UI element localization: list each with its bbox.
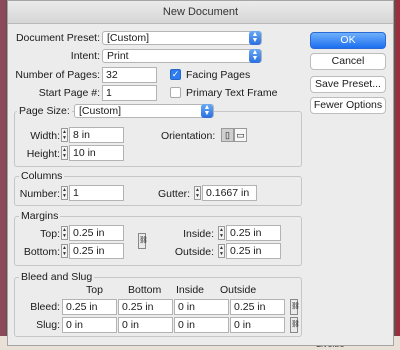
intent-select[interactable]: Print ▲ ▼	[102, 49, 262, 63]
margin-top-input[interactable]: 0.25 in	[69, 225, 124, 241]
intent-label: Intent:	[70, 50, 100, 62]
bleed-header-top: Top	[86, 284, 103, 296]
margin-outside-input[interactable]: 0.25 in	[226, 243, 281, 259]
columns-title: Columns	[19, 170, 65, 182]
document-preset-label: Document Preset:	[15, 32, 100, 44]
height-stepper[interactable]: ▲ ▼	[61, 146, 68, 160]
facing-pages-label: Facing Pages	[186, 69, 251, 81]
select-arrows-icon: ▲ ▼	[201, 104, 213, 118]
link-bleed-icon[interactable]: ⛓	[290, 299, 300, 315]
bleed-bottom-input[interactable]: 0.25 in	[118, 299, 173, 315]
gutter-input[interactable]: 0.1667 in	[202, 185, 257, 201]
columns-number-stepper[interactable]: ▲ ▼	[61, 186, 68, 200]
primary-text-frame-label: Primary Text Frame	[186, 87, 278, 99]
margin-outside-label: Outside:	[174, 246, 214, 258]
background-left-edge	[0, 0, 6, 350]
margin-top-stepper[interactable]: ▲ ▼	[61, 226, 68, 240]
page-size-label: Page Size:	[17, 105, 72, 117]
height-label: Height:	[26, 148, 60, 160]
link-margins-icon[interactable]: ⛓	[138, 233, 148, 249]
link-slug-icon[interactable]: ⛓	[290, 317, 300, 333]
fewer-options-button[interactable]: Fewer Options	[310, 97, 386, 114]
margin-bottom-stepper[interactable]: ▲ ▼	[61, 244, 68, 258]
primary-text-frame-checkbox[interactable]	[170, 87, 181, 98]
width-input[interactable]: 8 in	[69, 127, 124, 143]
slug-bottom-input[interactable]: 0 in	[118, 317, 173, 333]
window-title: New Document	[8, 1, 393, 24]
columns-number-input[interactable]: 1	[69, 185, 124, 201]
document-preset-value: [Custom]	[107, 32, 150, 44]
number-of-pages-label: Number of Pages:	[15, 69, 100, 81]
margin-bottom-label: Bottom:	[23, 246, 60, 258]
bleed-label: Bleed:	[30, 301, 60, 313]
bleed-top-input[interactable]: 0.25 in	[62, 299, 117, 315]
document-preset-select[interactable]: [Custom] ▲ ▼	[102, 31, 262, 45]
bleed-header-inside: Inside	[176, 284, 205, 296]
bleed-inside-input[interactable]: 0 in	[174, 299, 229, 315]
background-right-edge	[396, 0, 400, 350]
bleed-header-bottom: Bottom	[128, 284, 162, 296]
page-size-select[interactable]: [Custom] ▲ ▼	[74, 104, 214, 118]
save-preset-button[interactable]: Save Preset...	[310, 76, 386, 93]
slug-outside-input[interactable]: 0 in	[230, 317, 285, 333]
bleed-slug-title: Bleed and Slug	[19, 271, 95, 283]
page-size-value: [Custom]	[79, 105, 122, 117]
ok-button[interactable]: OK	[310, 32, 386, 49]
slug-label: Slug:	[36, 319, 60, 331]
gutter-stepper[interactable]: ▲ ▼	[194, 186, 201, 200]
facing-pages-checkbox[interactable]: ✓	[170, 69, 181, 80]
width-stepper[interactable]: ▲ ▼	[61, 128, 68, 142]
slug-top-input[interactable]: 0 in	[62, 317, 117, 333]
select-arrows-icon: ▲ ▼	[249, 31, 261, 45]
intent-value: Print	[107, 50, 129, 62]
height-input[interactable]: 10 in	[69, 145, 124, 161]
margins-title: Margins	[19, 210, 61, 222]
select-arrows-icon: ▲ ▼	[249, 49, 261, 63]
orientation-label: Orientation:	[161, 130, 216, 142]
start-page-label: Start Page #:	[38, 87, 100, 99]
columns-number-label: Number:	[19, 188, 60, 200]
margin-inside-stepper[interactable]: ▲ ▼	[218, 226, 225, 240]
width-label: Width:	[30, 130, 60, 142]
margin-outside-stepper[interactable]: ▲ ▼	[218, 244, 225, 258]
margin-inside-input[interactable]: 0.25 in	[226, 225, 281, 241]
new-document-dialog: New Document Document Preset: [Custom] ▲…	[7, 0, 394, 346]
margin-top-label: Top:	[40, 228, 60, 240]
gutter-label: Gutter:	[158, 188, 191, 200]
cancel-button[interactable]: Cancel	[310, 53, 386, 70]
margin-bottom-input[interactable]: 0.25 in	[69, 243, 124, 259]
slug-inside-input[interactable]: 0 in	[174, 317, 229, 333]
portrait-orientation-icon[interactable]: ▯	[221, 128, 234, 142]
bleed-header-outside: Outside	[220, 284, 257, 296]
margin-inside-label: Inside:	[183, 228, 214, 240]
landscape-orientation-icon[interactable]: ▭	[234, 128, 247, 142]
number-of-pages-input[interactable]: 32	[102, 67, 157, 83]
start-page-input[interactable]: 1	[102, 85, 157, 101]
bleed-outside-input[interactable]: 0.25 in	[230, 299, 285, 315]
